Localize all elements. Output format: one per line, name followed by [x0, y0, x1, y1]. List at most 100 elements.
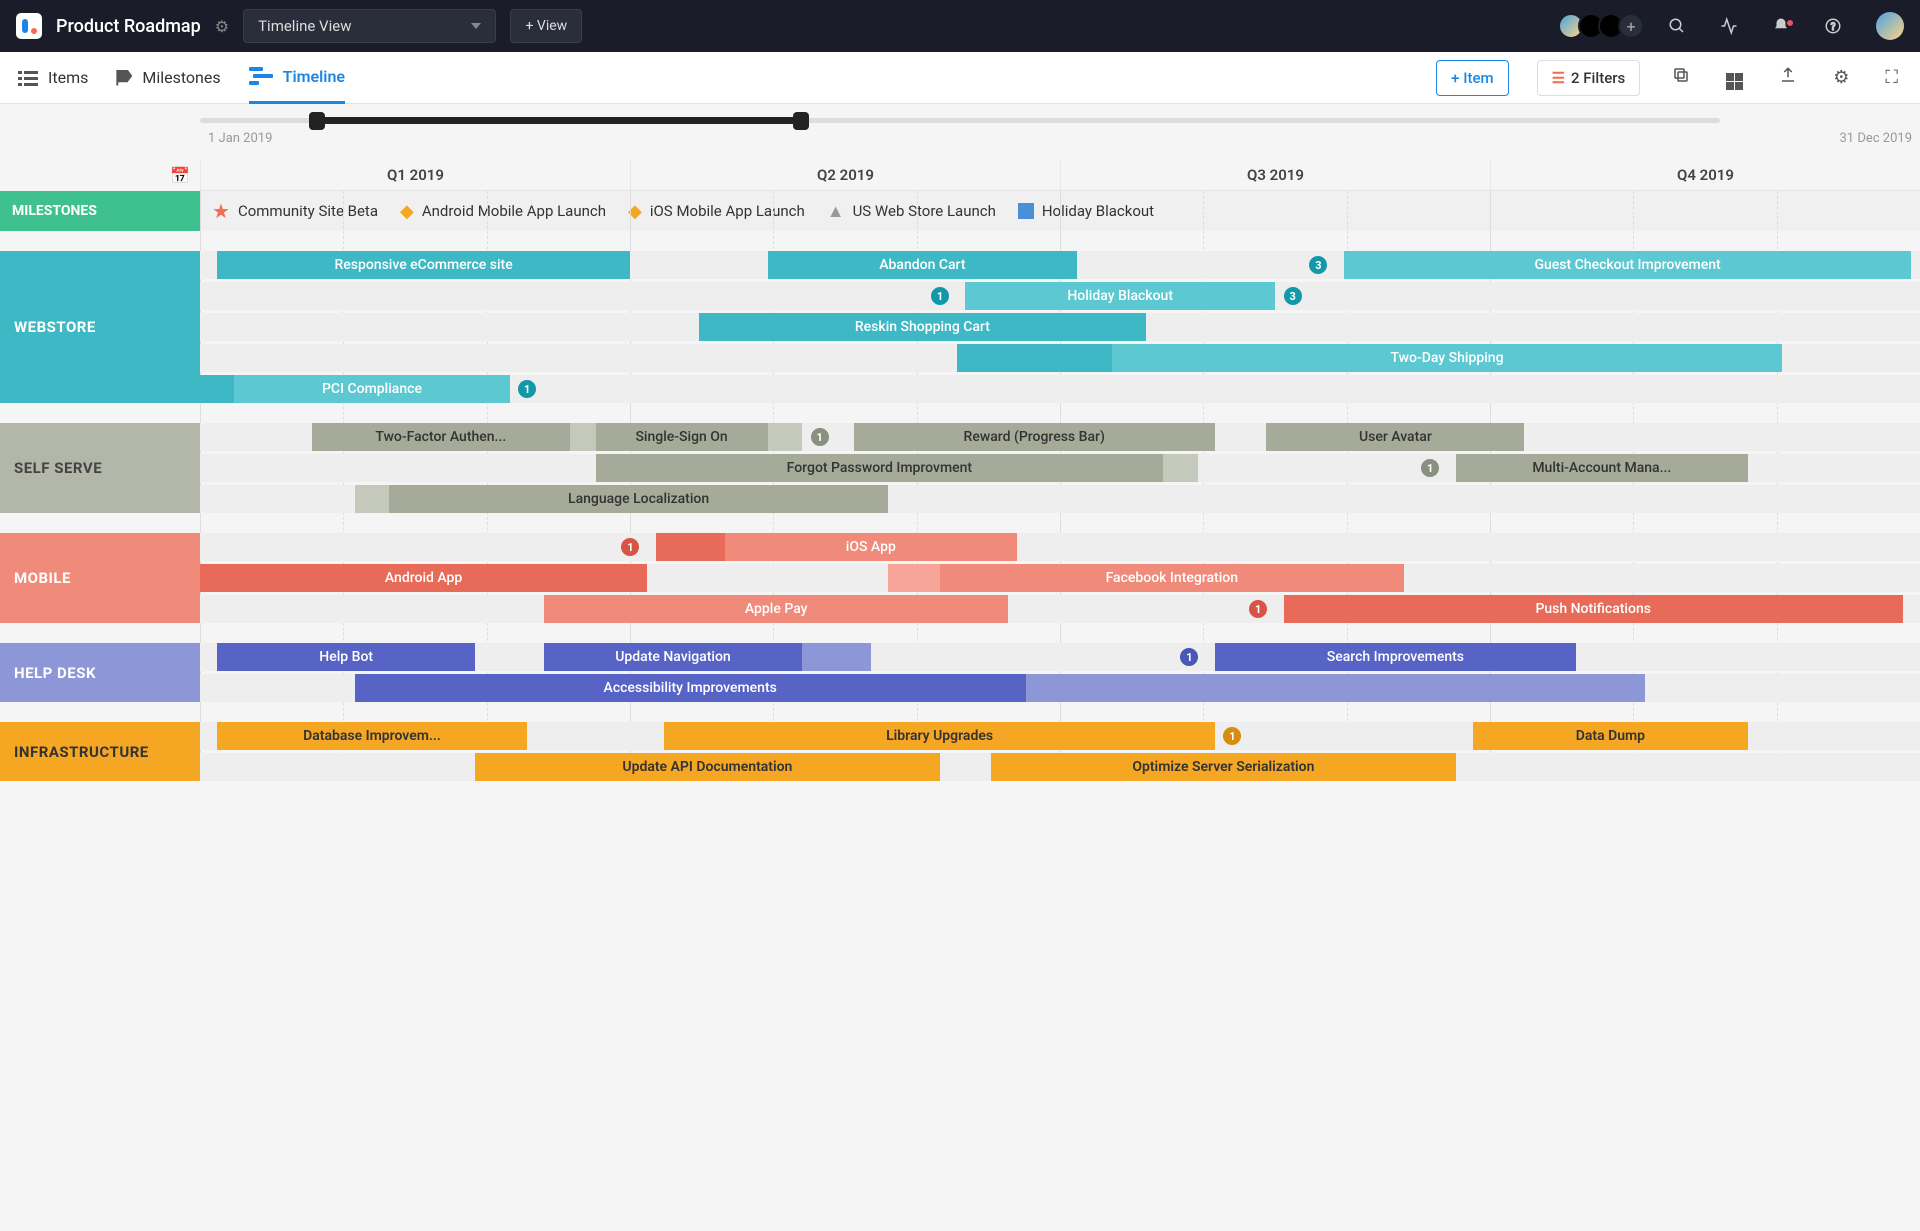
avatar-stack[interactable]: + [1564, 13, 1644, 39]
milestones-header: MILESTONES ★Community Site Beta ◆Android… [0, 191, 1920, 231]
date-start: 1 Jan 2019 [208, 131, 272, 146]
notification-dot [1786, 19, 1794, 27]
lane-helpdesk: HELP DESK Help Bot Update Navigation 1 S… [0, 643, 1920, 702]
diamond-icon: ◆ [628, 201, 642, 222]
quarter-cell: Q1 2019 [200, 159, 630, 190]
export-icon[interactable] [1775, 66, 1801, 89]
calendar-settings-icon[interactable]: 📅 [170, 166, 190, 185]
milestone-item[interactable]: ▲US Web Store Launch [827, 201, 996, 222]
tab-timeline[interactable]: Timeline [249, 52, 345, 104]
bar-help-bot[interactable]: Help Bot [217, 643, 475, 671]
bar-reward[interactable]: Reward (Progress Bar) [854, 423, 1215, 451]
lane-label: MOBILE [0, 533, 200, 623]
page-title: Product Roadmap [56, 16, 201, 37]
bar-reskin-shopping[interactable]: Reskin Shopping Cart [699, 313, 1146, 341]
svg-text:?: ? [1831, 22, 1836, 33]
bar-search-improvements[interactable]: Search Improvements [1215, 643, 1576, 671]
bar-database[interactable]: Database Improvem... [217, 722, 527, 750]
milestone-item[interactable]: ◆iOS Mobile App Launch [628, 201, 805, 222]
milestone-item[interactable]: Holiday Blackout [1018, 202, 1154, 220]
bar-data-dump[interactable]: Data Dump [1473, 722, 1748, 750]
tab-milestones[interactable]: Milestones [116, 52, 220, 104]
gear-icon[interactable]: ⚙ [1829, 67, 1853, 88]
search-icon[interactable] [1658, 17, 1696, 35]
bar-accessibility[interactable]: Accessibility Improvements [355, 674, 1026, 702]
milestone-item[interactable]: ★Community Site Beta [212, 199, 378, 223]
bar-twoday-progress [957, 344, 1112, 372]
lane-selfserve: SELF SERVE Two-Factor Authen... Single-S… [0, 423, 1920, 513]
diamond-icon: ◆ [400, 201, 414, 222]
quarter-cell: Q4 2019 [1490, 159, 1920, 190]
fullscreen-icon[interactable]: ⛶ [1881, 67, 1902, 88]
quarter-cell: Q3 2019 [1060, 159, 1490, 190]
count-badge: 3 [1284, 287, 1302, 305]
top-header: Product Roadmap ⚙ Timeline View + View +… [0, 0, 1920, 52]
count-badge: 1 [931, 287, 949, 305]
lane-label: INFRASTRUCTURE [0, 722, 200, 781]
secondary-toolbar: Items Milestones Timeline + Item ☰ 2 Fil… [0, 52, 1920, 104]
range-slider-row [0, 104, 1920, 129]
settings-gear-icon[interactable]: ⚙ [215, 17, 229, 36]
bar-android-app[interactable]: Android App [200, 564, 647, 592]
count-badge: 1 [811, 428, 829, 446]
milestones-label: MILESTONES [0, 191, 200, 231]
bar-library[interactable]: Library Upgrades [664, 722, 1214, 750]
app-logo[interactable] [16, 13, 42, 39]
bar-api-doc[interactable]: Update API Documentation [475, 753, 939, 781]
tab-items[interactable]: Items [18, 52, 88, 104]
milestone-item[interactable]: ◆Android Mobile App Launch [400, 201, 606, 222]
bar-forgot-password[interactable]: Forgot Password Improvment [596, 454, 1164, 482]
bar-update-nav[interactable]: Update Navigation [544, 643, 802, 671]
user-avatar[interactable] [1876, 12, 1904, 40]
lane-infrastructure: INFRASTRUCTURE Database Improvem... Libr… [0, 722, 1920, 781]
lane-label: WEBSTORE [0, 251, 200, 403]
count-badge: 1 [1421, 459, 1439, 477]
count-badge: 1 [1180, 648, 1198, 666]
lane-label: HELP DESK [0, 643, 200, 702]
bar-twoday-shipping[interactable]: Two-Day Shipping [1112, 344, 1783, 372]
range-slider[interactable] [200, 118, 1720, 123]
count-badge: 1 [518, 380, 536, 398]
bar-responsive-ecommerce[interactable]: Responsive eCommerce site [217, 251, 630, 279]
star-icon: ★ [212, 199, 230, 223]
count-badge: 3 [1309, 256, 1327, 274]
date-end: 31 Dec 2019 [1839, 131, 1912, 146]
bar-sso[interactable]: Single-Sign On [596, 423, 768, 451]
filters-button[interactable]: ☰ 2 Filters [1537, 60, 1641, 96]
bar-pci-compliance[interactable]: PCI Compliance [234, 375, 509, 403]
timeline-wrap: 1 Jan 2019 31 Dec 2019 📅 Q1 2019 Q2 2019… [0, 129, 1920, 811]
add-item-button[interactable]: + Item [1436, 60, 1508, 96]
layout-grid-icon[interactable] [1722, 65, 1747, 90]
help-icon[interactable]: ? [1814, 17, 1852, 35]
bar-language[interactable]: Language Localization [389, 485, 888, 513]
view-select-dropdown[interactable]: Timeline View [243, 9, 496, 43]
duplicate-icon[interactable] [1668, 66, 1694, 89]
range-filled [322, 117, 808, 124]
bar-optimize-server[interactable]: Optimize Server Serialization [991, 753, 1455, 781]
bar-holiday-blackout[interactable]: Holiday Blackout [965, 282, 1275, 310]
add-user-icon[interactable]: + [1618, 13, 1644, 39]
warning-icon: ▲ [827, 201, 845, 222]
range-handle-left[interactable] [309, 112, 325, 130]
bar-facebook[interactable]: Facebook Integration [940, 564, 1404, 592]
bar-ios-app[interactable]: iOS App [725, 533, 1017, 561]
filter-icon: ☰ [1552, 69, 1565, 87]
count-badge: 1 [1249, 600, 1267, 618]
chevron-down-icon [471, 23, 481, 29]
bar-guest-checkout[interactable]: Guest Checkout Improvement [1344, 251, 1912, 279]
list-icon [18, 70, 38, 86]
range-handle-right[interactable] [793, 112, 809, 130]
count-badge: 1 [1223, 727, 1241, 745]
bar-abandon-cart[interactable]: Abandon Cart [768, 251, 1078, 279]
bar-apple-pay[interactable]: Apple Pay [544, 595, 1008, 623]
lane-mobile: MOBILE 1 iOS App Android App Facebook In… [0, 533, 1920, 623]
quarter-cell: Q2 2019 [630, 159, 1060, 190]
square-icon [1018, 203, 1034, 219]
notification-bell-icon[interactable] [1762, 17, 1800, 35]
bar-multi-account[interactable]: Multi-Account Mana... [1456, 454, 1748, 482]
bar-user-avatar[interactable]: User Avatar [1266, 423, 1524, 451]
bar-push[interactable]: Push Notifications [1284, 595, 1903, 623]
activity-icon[interactable] [1710, 17, 1748, 35]
add-view-button[interactable]: + View [510, 9, 582, 43]
bar-two-factor[interactable]: Two-Factor Authen... [312, 423, 570, 451]
